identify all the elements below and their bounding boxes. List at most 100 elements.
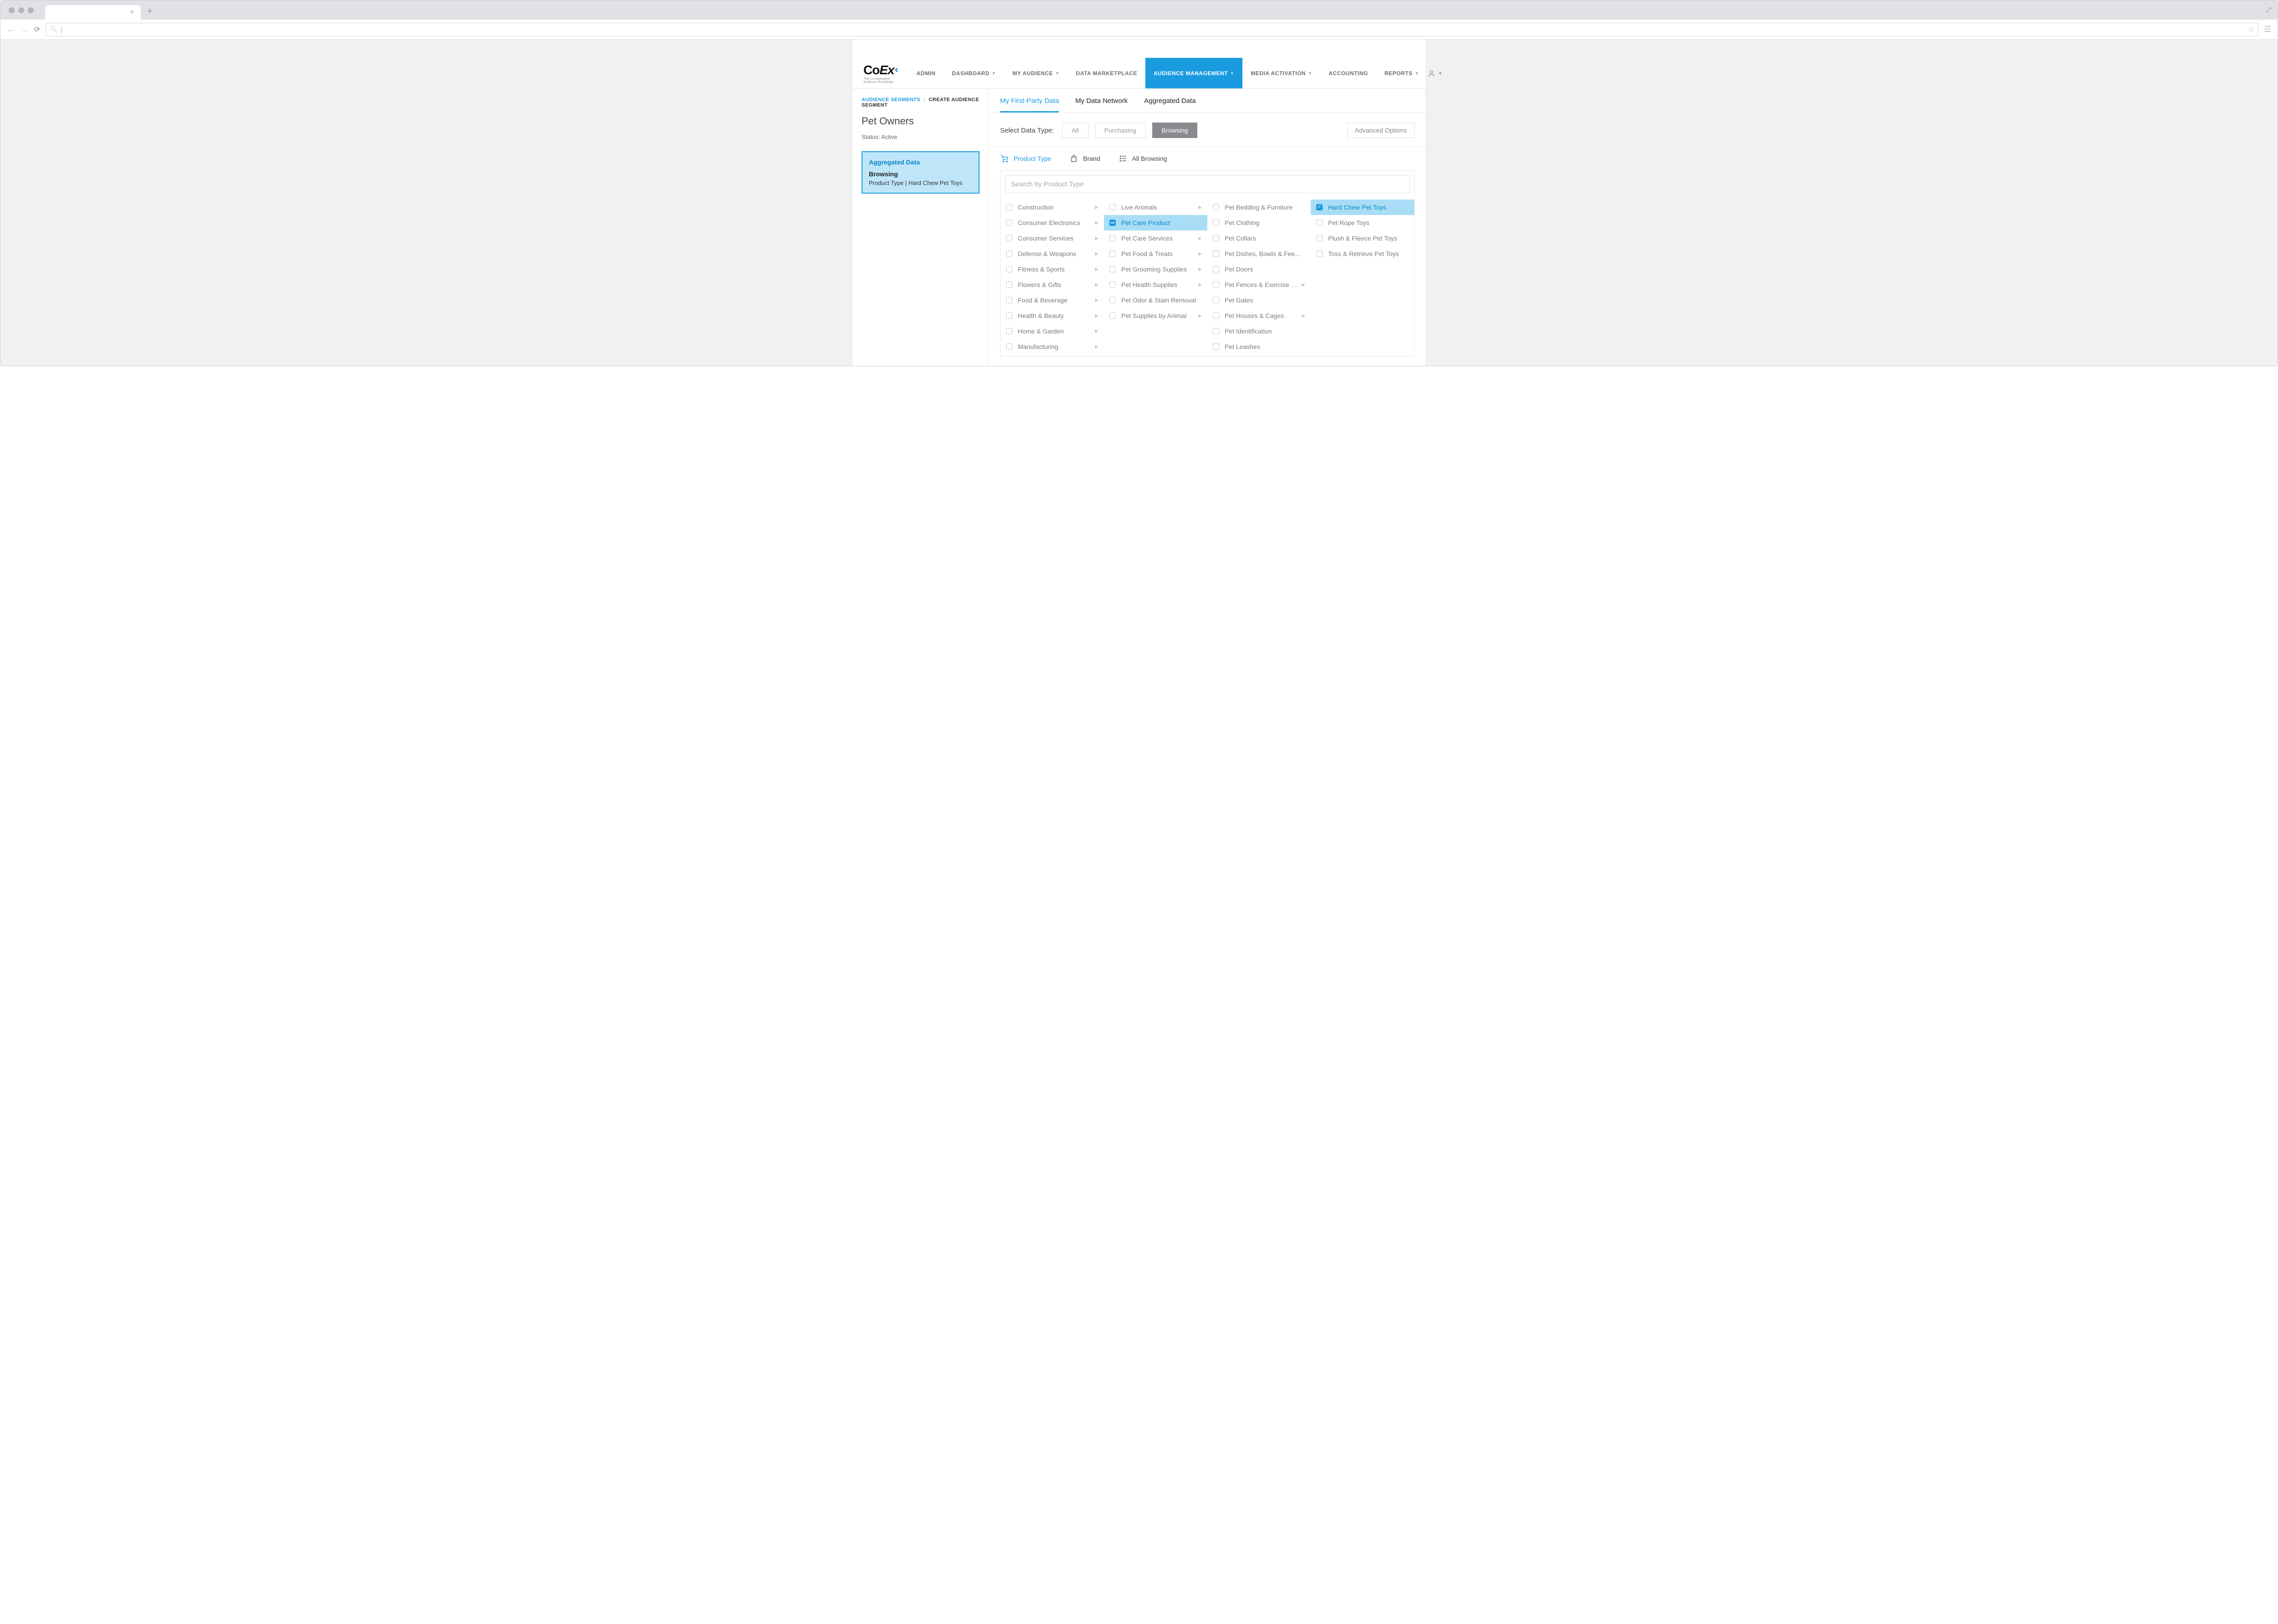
checkbox[interactable]: [1006, 204, 1012, 210]
checkbox[interactable]: [1109, 251, 1116, 257]
window-minimize[interactable]: [18, 7, 24, 13]
checkbox[interactable]: [1213, 204, 1219, 210]
data-tab[interactable]: Aggregated Data: [1144, 97, 1195, 113]
user-menu[interactable]: ▼: [1427, 69, 1446, 77]
list-item[interactable]: Pet Houses & Cages▶: [1207, 308, 1311, 323]
list-item[interactable]: Plush & Fleece Pet Toys: [1311, 231, 1414, 246]
list-item[interactable]: Pet Identification: [1207, 323, 1311, 339]
forward-button[interactable]: →: [21, 25, 29, 34]
list-item[interactable]: Construction▶: [1000, 200, 1104, 215]
checkbox[interactable]: [1006, 282, 1012, 288]
list-item[interactable]: Hard Chew Pet Toys: [1311, 200, 1414, 215]
checkbox[interactable]: [1316, 235, 1323, 241]
list-item[interactable]: Toss & Retrieve Pet Toys: [1311, 246, 1414, 261]
list-item[interactable]: Pet Grooming Supplies▶: [1104, 261, 1207, 277]
filter-browsing-button[interactable]: Browsing: [1152, 123, 1198, 138]
list-item[interactable]: Fitness & Sports▶: [1000, 261, 1104, 277]
list-item[interactable]: Health & Beauty▶: [1000, 308, 1104, 323]
list-item[interactable]: Food & Beverage▶: [1000, 292, 1104, 308]
list-item[interactable]: Defense & Weapons▶: [1000, 246, 1104, 261]
checkbox[interactable]: [1006, 343, 1012, 350]
nav-item[interactable]: MY AUDIENCE▼: [1004, 58, 1067, 88]
checkbox[interactable]: [1213, 328, 1219, 334]
list-item[interactable]: Pet Clothing: [1207, 215, 1311, 231]
advanced-options-button[interactable]: Advanced Options: [1347, 123, 1415, 138]
list-item[interactable]: Pet Rope Toys: [1311, 215, 1414, 231]
back-button[interactable]: ←: [7, 25, 15, 34]
checkbox[interactable]: [1213, 297, 1219, 303]
checkbox[interactable]: [1109, 220, 1116, 226]
checkbox[interactable]: [1316, 251, 1323, 257]
search-input[interactable]: [1005, 175, 1410, 193]
nav-item[interactable]: AUDIENCE MANAGEMENT▼: [1145, 58, 1242, 88]
list-item[interactable]: Manufacturing▶: [1000, 339, 1104, 354]
checkbox[interactable]: [1213, 235, 1219, 241]
category-product-type[interactable]: Product Type: [1000, 154, 1051, 163]
list-item[interactable]: Pet Care Product▶: [1104, 215, 1207, 231]
checkbox[interactable]: [1109, 297, 1116, 303]
checkbox[interactable]: [1109, 235, 1116, 241]
hamburger-icon[interactable]: ☰: [2264, 25, 2271, 34]
list-item[interactable]: Pet Collars: [1207, 231, 1311, 246]
filter-purchasing-button[interactable]: Purchasing: [1095, 123, 1146, 138]
nav-item[interactable]: DATA MARKETPLACE: [1068, 58, 1145, 88]
new-tab-button[interactable]: +: [147, 6, 153, 17]
nav-item[interactable]: MEDIA ACTIVATION▼: [1242, 58, 1320, 88]
checkbox[interactable]: [1006, 235, 1012, 241]
window-close[interactable]: [9, 7, 15, 13]
checkbox[interactable]: [1316, 204, 1323, 210]
list-item[interactable]: Consumer Services▶: [1000, 231, 1104, 246]
list-item[interactable]: Pet Dishes, Bowls & Fee…: [1207, 246, 1311, 261]
checkbox[interactable]: [1213, 220, 1219, 226]
checkbox[interactable]: [1109, 313, 1116, 319]
checkbox[interactable]: [1006, 251, 1012, 257]
list-item[interactable]: Pet Doors: [1207, 261, 1311, 277]
nav-item[interactable]: ACCOUNTING: [1320, 58, 1376, 88]
list-item[interactable]: Flowers & Gifts▶: [1000, 277, 1104, 292]
nav-item[interactable]: REPORTS▼: [1376, 58, 1427, 88]
data-tab[interactable]: My First-Party Data: [1000, 97, 1059, 113]
data-tab[interactable]: My Data Network: [1075, 97, 1128, 113]
checkbox[interactable]: [1006, 220, 1012, 226]
address-bar[interactable]: 🔍︎ | ☆: [46, 23, 2258, 36]
list-item[interactable]: Pet Fences & Exercise P…▶: [1207, 277, 1311, 292]
list-item[interactable]: Consumer Electronics▶: [1000, 215, 1104, 231]
filter-all-button[interactable]: All: [1062, 123, 1088, 138]
checkbox[interactable]: [1006, 297, 1012, 303]
nav-item[interactable]: ADMIN: [908, 58, 944, 88]
checkbox[interactable]: [1213, 266, 1219, 272]
checkbox[interactable]: [1213, 251, 1219, 257]
list-item[interactable]: Pet Care Services▶: [1104, 231, 1207, 246]
list-item[interactable]: Pet Gates: [1207, 292, 1311, 308]
list-item[interactable]: Live Animals▶: [1104, 200, 1207, 215]
checkbox[interactable]: [1316, 220, 1323, 226]
tab-close-icon[interactable]: ×: [130, 8, 134, 16]
bookmark-icon[interactable]: ☆: [2248, 25, 2254, 34]
list-item[interactable]: Pet Odor & Stain Removal: [1104, 292, 1207, 308]
segment-card[interactable]: Aggregated Data Browsing Product Type | …: [862, 151, 980, 194]
checkbox[interactable]: [1213, 343, 1219, 350]
logo[interactable]: CoEx‹‹‹ The Co-Operative Audience Exchan…: [863, 63, 896, 84]
checkbox[interactable]: [1213, 282, 1219, 288]
checkbox[interactable]: [1213, 313, 1219, 319]
category-all-browsing[interactable]: All Browsing: [1118, 154, 1167, 163]
expand-icon[interactable]: ⤢: [2266, 6, 2271, 14]
list-item[interactable]: Pet Food & Treats▶: [1104, 246, 1207, 261]
nav-item[interactable]: DASHBOARD▼: [944, 58, 1004, 88]
checkbox[interactable]: [1109, 204, 1116, 210]
breadcrumb-root[interactable]: AUDIENCE SEGMENTS: [862, 97, 920, 102]
checkbox[interactable]: [1109, 282, 1116, 288]
browser-tab[interactable]: ×: [45, 5, 141, 20]
reload-button[interactable]: ⟳: [34, 25, 40, 34]
checkbox[interactable]: [1006, 266, 1012, 272]
window-maximize[interactable]: [28, 7, 34, 13]
list-item[interactable]: Pet Health Supplies▶: [1104, 277, 1207, 292]
checkbox[interactable]: [1006, 328, 1012, 334]
list-item[interactable]: Pet Supplies by Animal▶: [1104, 308, 1207, 323]
checkbox[interactable]: [1006, 313, 1012, 319]
category-brand[interactable]: Brand: [1069, 154, 1100, 163]
checkbox[interactable]: [1109, 266, 1116, 272]
list-item[interactable]: Pet Leashes: [1207, 339, 1311, 354]
list-item[interactable]: Home & Garden▶: [1000, 323, 1104, 339]
list-item[interactable]: Pet Bedding & Furniture: [1207, 200, 1311, 215]
